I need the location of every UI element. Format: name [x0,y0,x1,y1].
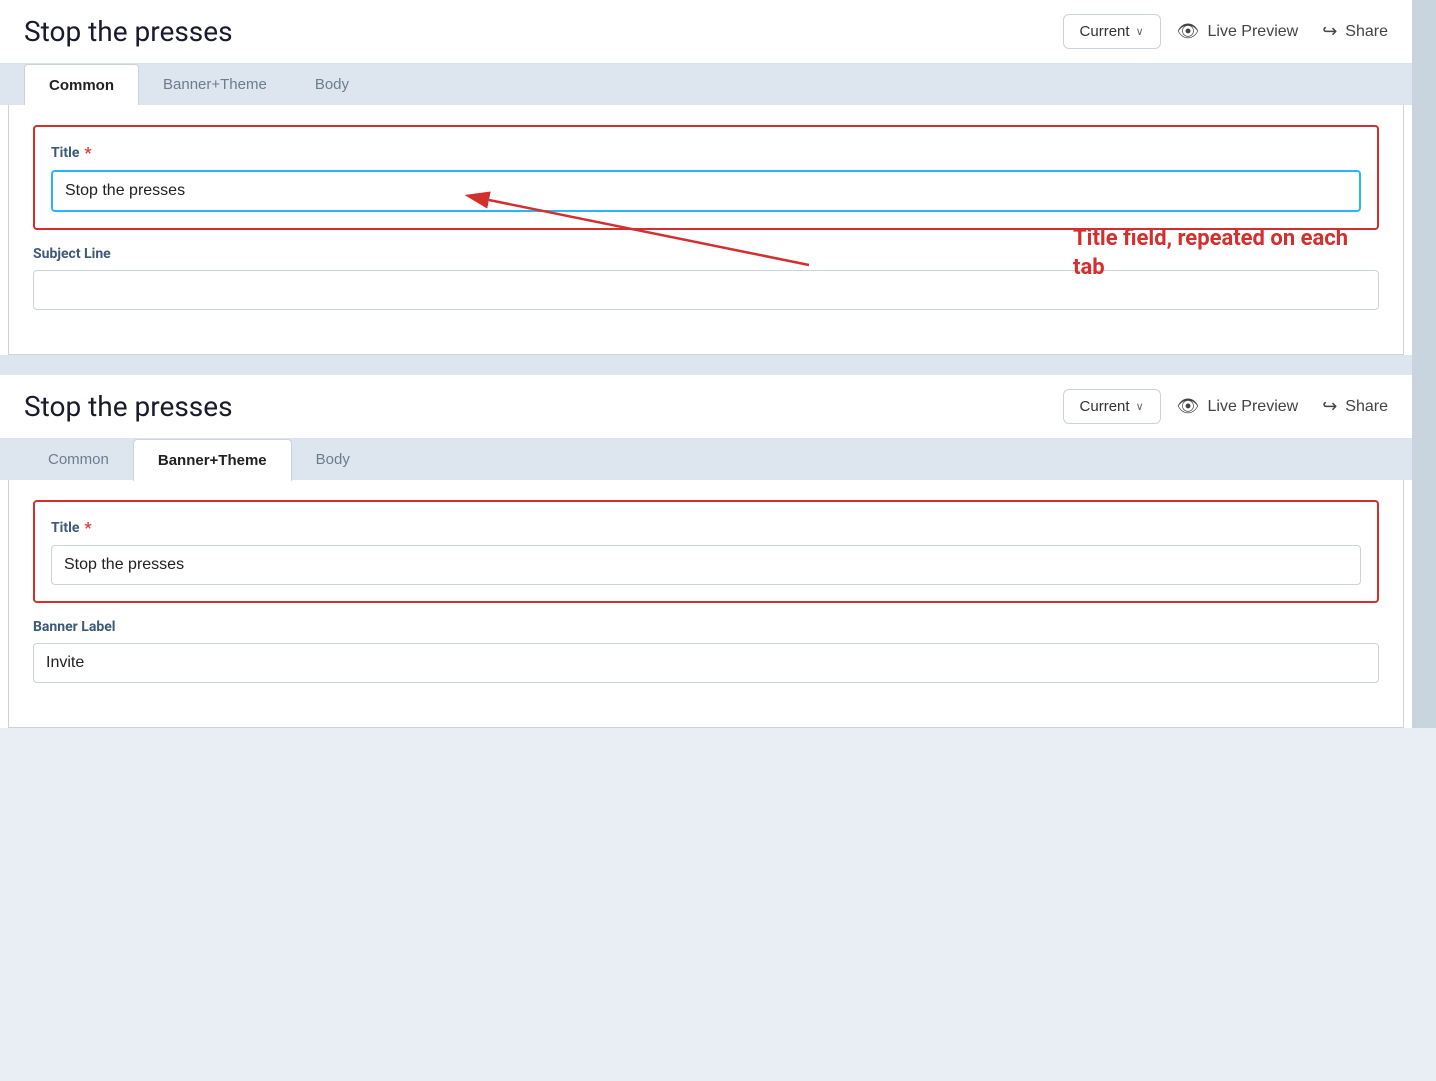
page-title-top: Stop the presses [24,15,1047,48]
eye-icon-bottom: 👁 [1177,396,1200,417]
current-dropdown-bottom[interactable]: Current ∨ [1063,389,1161,424]
banner-label-input[interactable] [33,643,1379,683]
title-input-bottom[interactable] [51,545,1361,585]
title-required-top: * [84,143,91,162]
live-preview-label-top: Live Preview [1208,23,1299,41]
page-title-bottom: Stop the presses [24,390,1047,423]
current-label-top: Current [1080,23,1130,40]
title-input-top[interactable] [51,170,1361,212]
header-actions-top: 👁 Live Preview ↪ Share [1177,21,1388,42]
tab-body-top[interactable]: Body [291,64,373,105]
tab-banner-theme-top[interactable]: Banner+Theme [139,64,291,105]
banner-label-group: Banner Label [33,619,1379,683]
share-label-top: Share [1345,23,1388,41]
panel-divider [0,355,1412,375]
tab-common-bottom[interactable]: Common [24,439,133,480]
live-preview-button-top[interactable]: 👁 Live Preview [1177,21,1299,42]
tab-body-bottom[interactable]: Body [292,439,374,480]
title-required-bottom: * [84,518,91,537]
eye-icon-top: 👁 [1177,21,1200,42]
share-icon-top: ↪ [1322,21,1337,42]
tabs-bar-bottom: Common Banner+Theme Body [0,439,1412,480]
share-button-bottom[interactable]: ↪ Share [1322,396,1388,417]
bottom-panel-header: Stop the presses Current ∨ 👁 Live Previe… [0,375,1412,439]
title-field-label-top: Title * [51,143,1361,162]
chevron-down-icon-bottom: ∨ [1136,400,1144,413]
annotation-callout: Title field, repeated on each tab [1073,225,1353,282]
tab-common-top[interactable]: Common [24,64,139,106]
live-preview-button-bottom[interactable]: 👁 Live Preview [1177,396,1299,417]
title-section-bottom: Title * [33,500,1379,603]
right-sidebar [1412,0,1436,728]
title-section-top: Title * [33,125,1379,230]
share-icon-bottom: ↪ [1322,396,1337,417]
tab-banner-theme-bottom[interactable]: Banner+Theme [133,439,292,481]
share-label-bottom: Share [1345,398,1388,416]
current-dropdown-top[interactable]: Current ∨ [1063,14,1161,49]
title-field-label-bottom: Title * [51,518,1361,537]
banner-label-label: Banner Label [33,619,1379,635]
chevron-down-icon-top: ∨ [1136,25,1144,38]
top-panel: Stop the presses Current ∨ 👁 Live Previe… [0,0,1412,355]
header-actions-bottom: 👁 Live Preview ↪ Share [1177,396,1388,417]
current-label-bottom: Current [1080,398,1130,415]
live-preview-label-bottom: Live Preview [1208,398,1299,416]
top-panel-header: Stop the presses Current ∨ 👁 Live Previe… [0,0,1412,64]
share-button-top[interactable]: ↪ Share [1322,21,1388,42]
tabs-bar-top: Common Banner+Theme Body [0,64,1412,105]
bottom-panel: Stop the presses Current ∨ 👁 Live Previe… [0,375,1412,728]
